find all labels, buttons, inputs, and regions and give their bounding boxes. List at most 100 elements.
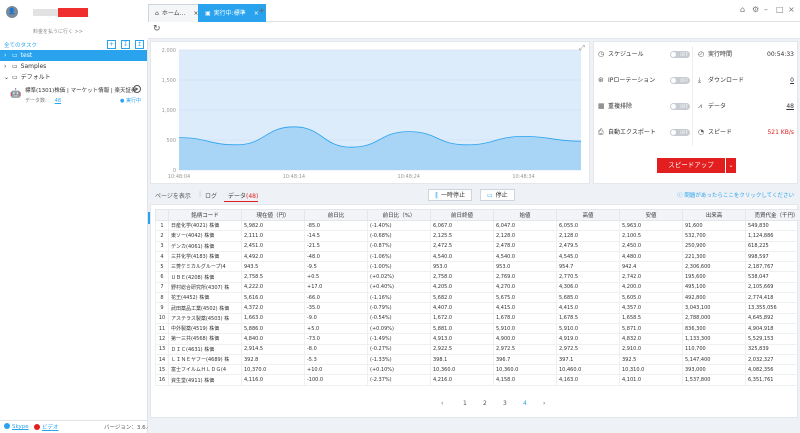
pager-page-4[interactable]: 4 — [523, 400, 527, 407]
pager-prev[interactable]: ‹ — [441, 400, 443, 407]
stop-button[interactable]: ▭ 停止 — [480, 189, 515, 201]
expand-icon[interactable]: ⤢ — [579, 44, 585, 53]
tab-data[interactable]: データ(48) — [228, 191, 258, 200]
sidebar-item-samples[interactable]: › ▭ Samples — [0, 61, 147, 72]
pause-button[interactable]: ‖ 一時停止 — [428, 189, 473, 201]
table-cell: (-0.68%) — [367, 230, 431, 242]
table-row[interactable]: 11 中外製薬(4519) 株価 5,886.0 +5.0 (+0.09%) 5,881.… — [155, 322, 800, 335]
table-row[interactable]: 1 日産化学(4021) 株価 5,982.0 -85.0 (-1.40%) 6,067.… — [155, 219, 800, 232]
skype-link[interactable]: Skype — [4, 423, 29, 430]
column-header[interactable]: 現在値（円） — [241, 209, 305, 221]
table-cell: 7 — [155, 281, 169, 294]
table-cell: -35.0 — [304, 302, 368, 314]
help-link[interactable]: ⓘ 問題があったらここをクリックしてください — [677, 191, 794, 199]
runtime-row: ◴ 実行時間 00:54:33 — [698, 45, 794, 64]
tab-data-label: データ — [228, 193, 247, 200]
speed-up-dropdown[interactable]: ⌄ — [726, 158, 736, 173]
add-tab-button[interactable]: + — [258, 6, 266, 16]
column-header[interactable]: 高値 — [556, 209, 620, 221]
table-row[interactable]: 2 東ソー(4042) 株価 2,111.0 -14.5 (-0.68%) 2,125.5… — [155, 230, 800, 242]
clock-icon: ◷ — [598, 50, 605, 58]
minimize-icon[interactable]: – — [764, 5, 768, 14]
table-cell: 10,360.0 — [430, 364, 494, 376]
table-row[interactable]: 13 ＤＩＣ(4631) 株価 2,914.5 -8.0 (-0.27%) 2,922.5… — [155, 343, 800, 355]
column-header[interactable]: 銘柄コード — [168, 209, 242, 221]
table-cell: 4,270.0 — [493, 281, 557, 294]
auto-export-toggle[interactable]: OFF — [670, 129, 690, 136]
table-row[interactable]: 6 ＵＢＥ(4208) 株価 2,758.5 +0.5 (+0.02%) 2,758.0 2… — [155, 271, 800, 283]
sidebar-item-test[interactable]: › ▭ test — [0, 50, 147, 61]
table-cell: (-2.37%) — [367, 374, 431, 386]
table-row[interactable]: 4 三井化学(4183) 株価 4,492.0 -48.0 (-1.06%) 4,540.… — [155, 250, 800, 263]
table-row[interactable]: 8 花王(4452) 株価 5,616.0 -66.0 (-1.16%) 5,682.0 5… — [155, 292, 800, 304]
table-cell: 5,675.0 — [493, 292, 557, 304]
table-cell: 4 — [155, 250, 169, 263]
column-header[interactable] — [155, 209, 169, 221]
table-row[interactable]: 5 三菱ケミカルグループ(4 943.5 -9.5 (-1.00%) 953.0 953.0… — [155, 261, 800, 273]
task-item[interactable]: 🤖 標準(1301)株価 | マーケット情報 | 楽天証券 ▶ データ数: 48 … — [0, 83, 147, 105]
column-header[interactable]: 始値 — [493, 209, 557, 221]
export-icon[interactable]: ↥ — [135, 40, 144, 49]
pager-next[interactable]: › — [543, 400, 545, 407]
gift-icon[interactable]: ⌂ — [740, 5, 745, 14]
close-window-icon[interactable]: × — [788, 5, 795, 14]
table-cell: -48.0 — [304, 250, 368, 263]
tab-log[interactable]: ログ — [205, 191, 217, 200]
tab-home[interactable]: ⌂ ホーム... × — [148, 4, 206, 22]
video-link[interactable]: ビデオ — [34, 423, 59, 431]
ip-rotation-toggle[interactable]: OFF — [670, 77, 690, 84]
task-count-value[interactable]: 48 — [55, 98, 61, 104]
column-header[interactable]: 前日比 — [304, 209, 368, 221]
auto-export-row: ⎙ 自動エクスポート OFF — [598, 123, 690, 142]
table-cell: (-1.06%) — [367, 250, 431, 263]
tab-running-task-label: 実行中:標準 — [213, 10, 246, 17]
data-value[interactable]: 48 — [786, 97, 794, 116]
schedule-toggle[interactable]: OFF — [670, 51, 690, 58]
dedup-toggle[interactable]: OFF — [670, 103, 690, 110]
settings-icon[interactable]: ⚙ — [752, 5, 759, 14]
billing-link[interactable]: 料金を払うに行く >> — [33, 28, 83, 35]
import-icon[interactable]: ↧ — [121, 40, 130, 49]
table-cell: 325,839 — [745, 343, 800, 355]
tab-show-page[interactable]: ページを表示 — [155, 191, 191, 200]
column-header[interactable]: 出来高 — [682, 209, 746, 221]
speed-icon: ◔ — [698, 128, 705, 136]
new-folder-icon[interactable]: + — [107, 40, 116, 49]
chevron-right-icon: › — [4, 52, 7, 59]
table-row[interactable]: 9 武田薬品工業(4502) 株価 4,372.0 -35.0 (-0.79%) 4,40… — [155, 302, 800, 314]
table-row[interactable]: 12 第一三共(4568) 株価 4,840.0 -73.0 (-1.49%) 4,913… — [155, 333, 800, 345]
pager-page-2[interactable]: 2 — [483, 400, 487, 407]
tab-running-task[interactable]: ▣ 実行中:標準 × — [198, 4, 266, 22]
x-tick-label: 10:48:14 — [283, 174, 305, 180]
table-row[interactable]: 3 デンカ(4061) 株価 2,451.0 -21.5 (-0.87%) 2,472.5… — [155, 240, 800, 252]
column-header[interactable]: 安値 — [619, 209, 683, 221]
table-cell: 4,492.0 — [241, 250, 305, 263]
table-cell: 1,672.0 — [430, 312, 494, 324]
table-row[interactable]: 10 アステラス製薬(4503) 株 1,663.0 -9.0 (-0.54%) 1,67… — [155, 312, 800, 324]
download-value[interactable]: 0 — [790, 71, 794, 90]
table-cell: 5,147,400 — [682, 353, 746, 366]
maximize-icon[interactable]: □ — [776, 5, 784, 14]
main-bottom-area — [148, 420, 800, 433]
sidebar-item-default[interactable]: ⌄ ▭ デフォルト — [0, 72, 147, 83]
table-cell: -9.5 — [304, 261, 368, 273]
table-cell: 4,545.0 — [556, 250, 620, 263]
table-row[interactable]: 7 野村総合研究所(4307) 株 4,222.0 +17.0 (+0.40%) 4,20… — [155, 281, 800, 294]
table-row[interactable]: 14 ＬＩＮＥヤフー(4689) 株 392.8 -5.3 (-1.33%) 398.1 3… — [155, 353, 800, 366]
table-row[interactable]: 16 資生堂(4911) 株価 4,116.0 -100.0 (-2.37%) 4,216… — [155, 374, 800, 386]
table-cell: デンカ(4061) 株価 — [168, 240, 242, 252]
play-icon[interactable]: ▶ — [133, 85, 141, 93]
sidebar-item-label: test — [20, 52, 33, 59]
refresh-icon[interactable]: ↻ — [153, 24, 161, 34]
table-cell: (+0.10%) — [367, 364, 431, 376]
avatar[interactable]: 👤 — [6, 6, 18, 18]
table-row[interactable]: 15 富士フイルムＨＬＤＧ(4 10,370.0 +10.0 (+0.10%) 10,36… — [155, 364, 800, 376]
speed-up-button[interactable]: スピードアップ — [657, 158, 725, 173]
pager-page-3[interactable]: 3 — [503, 400, 507, 407]
schedule-row: ◷ スケジュール OFF — [598, 45, 690, 64]
table-cell: 393,000 — [682, 364, 746, 376]
column-header[interactable]: 売買代金（千円） — [745, 209, 800, 221]
column-header[interactable]: 前日比（%） — [367, 209, 431, 221]
column-header[interactable]: 前日終値 — [430, 209, 494, 221]
pager-page-1[interactable]: 1 — [463, 400, 467, 407]
